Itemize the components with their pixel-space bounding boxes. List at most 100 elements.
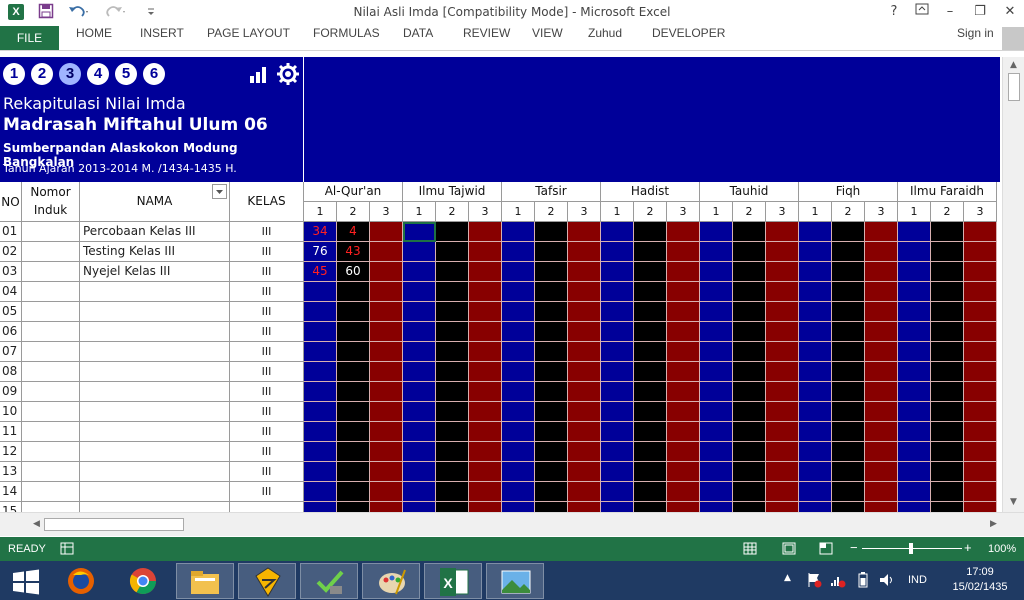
score-cell[interactable] bbox=[898, 422, 931, 442]
score-cell[interactable] bbox=[634, 242, 667, 262]
score-cell[interactable] bbox=[601, 402, 634, 422]
score-cell[interactable] bbox=[535, 382, 568, 402]
score-cell[interactable] bbox=[832, 462, 865, 482]
score-cell[interactable] bbox=[568, 422, 601, 442]
score-cell[interactable] bbox=[403, 242, 436, 262]
score-cell[interactable] bbox=[304, 482, 337, 502]
score-cell[interactable] bbox=[766, 362, 799, 382]
normal-view-icon[interactable] bbox=[743, 542, 757, 558]
score-cell[interactable] bbox=[766, 282, 799, 302]
checkmark-app-icon[interactable] bbox=[300, 563, 358, 599]
score-cell[interactable] bbox=[898, 382, 931, 402]
score-cell[interactable] bbox=[568, 462, 601, 482]
score-cell[interactable] bbox=[667, 262, 700, 282]
score-cell[interactable] bbox=[403, 262, 436, 282]
score-cell[interactable]: 60 bbox=[337, 262, 370, 282]
score-cell[interactable] bbox=[634, 462, 667, 482]
score-cell[interactable] bbox=[370, 302, 403, 322]
vertical-scrollbar[interactable]: ▲ ▼ bbox=[1002, 57, 1024, 512]
score-cell[interactable] bbox=[469, 382, 502, 402]
score-cell[interactable] bbox=[799, 402, 832, 422]
battery-icon[interactable] bbox=[858, 572, 868, 591]
score-cell[interactable] bbox=[601, 482, 634, 502]
score-cell[interactable] bbox=[898, 442, 931, 462]
tab-page-layout[interactable]: PAGE LAYOUT bbox=[207, 26, 290, 50]
score-cell[interactable] bbox=[832, 402, 865, 422]
nomor-induk-cell[interactable] bbox=[22, 322, 80, 342]
score-cell[interactable] bbox=[370, 242, 403, 262]
score-cell[interactable] bbox=[898, 322, 931, 342]
score-cell[interactable] bbox=[337, 402, 370, 422]
score-cell[interactable] bbox=[568, 322, 601, 342]
score-cell[interactable] bbox=[634, 482, 667, 502]
score-cell[interactable] bbox=[799, 262, 832, 282]
score-cell[interactable] bbox=[436, 442, 469, 462]
score-cell[interactable] bbox=[568, 382, 601, 402]
score-cell[interactable] bbox=[535, 342, 568, 362]
score-cell[interactable] bbox=[304, 442, 337, 462]
score-cell[interactable] bbox=[931, 282, 964, 302]
nomor-induk-cell[interactable] bbox=[22, 402, 80, 422]
score-cell[interactable] bbox=[667, 442, 700, 462]
score-cell[interactable] bbox=[898, 242, 931, 262]
network-icon[interactable] bbox=[830, 572, 846, 591]
score-cell[interactable] bbox=[601, 442, 634, 462]
scroll-up-icon[interactable]: ▲ bbox=[1010, 60, 1017, 70]
score-cell[interactable] bbox=[469, 342, 502, 362]
kelas-cell[interactable]: III bbox=[230, 282, 304, 302]
score-cell[interactable] bbox=[370, 402, 403, 422]
help-button[interactable]: ? bbox=[880, 2, 908, 22]
score-cell[interactable] bbox=[700, 262, 733, 282]
score-cell[interactable] bbox=[337, 322, 370, 342]
score-cell[interactable] bbox=[502, 482, 535, 502]
kelas-cell[interactable]: III bbox=[230, 482, 304, 502]
score-cell[interactable] bbox=[700, 382, 733, 402]
score-cell[interactable] bbox=[733, 282, 766, 302]
score-cell[interactable] bbox=[733, 302, 766, 322]
score-cell[interactable] bbox=[964, 382, 997, 402]
score-cell[interactable] bbox=[733, 382, 766, 402]
score-cell[interactable] bbox=[865, 402, 898, 422]
score-cell[interactable] bbox=[403, 282, 436, 302]
score-cell[interactable] bbox=[370, 342, 403, 362]
score-cell[interactable]: 34 bbox=[304, 222, 337, 242]
score-cell[interactable] bbox=[535, 422, 568, 442]
score-cell[interactable] bbox=[766, 322, 799, 342]
score-cell[interactable] bbox=[370, 282, 403, 302]
score-cell[interactable] bbox=[535, 402, 568, 422]
nomor-induk-cell[interactable] bbox=[22, 262, 80, 282]
score-cell[interactable] bbox=[403, 422, 436, 442]
score-cell[interactable] bbox=[865, 302, 898, 322]
show-hidden-icons[interactable]: ▲ bbox=[784, 573, 791, 583]
restore-button[interactable]: ❐ bbox=[966, 2, 994, 22]
score-cell[interactable]: 45 bbox=[304, 262, 337, 282]
score-cell[interactable] bbox=[568, 442, 601, 462]
score-cell[interactable] bbox=[337, 442, 370, 462]
score-cell[interactable] bbox=[502, 402, 535, 422]
score-cell[interactable] bbox=[832, 222, 865, 242]
score-cell[interactable] bbox=[898, 262, 931, 282]
student-name-cell[interactable]: Nyejel Kelas III bbox=[80, 262, 230, 282]
score-cell[interactable] bbox=[931, 482, 964, 502]
score-cell[interactable] bbox=[304, 322, 337, 342]
score-cell[interactable] bbox=[964, 442, 997, 462]
score-cell[interactable] bbox=[370, 482, 403, 502]
zoom-slider-thumb[interactable] bbox=[909, 543, 913, 554]
score-cell[interactable] bbox=[667, 282, 700, 302]
score-cell[interactable] bbox=[304, 462, 337, 482]
filter-dropdown-icon[interactable] bbox=[212, 184, 227, 199]
score-cell[interactable] bbox=[436, 382, 469, 402]
score-cell[interactable] bbox=[733, 362, 766, 382]
score-cell[interactable] bbox=[733, 242, 766, 262]
score-cell[interactable] bbox=[535, 302, 568, 322]
score-cell[interactable] bbox=[931, 262, 964, 282]
kelas-cell[interactable]: III bbox=[230, 242, 304, 262]
score-cell[interactable] bbox=[535, 502, 568, 512]
score-cell[interactable] bbox=[964, 362, 997, 382]
score-cell[interactable] bbox=[964, 402, 997, 422]
score-cell[interactable] bbox=[436, 222, 469, 242]
score-cell[interactable] bbox=[667, 362, 700, 382]
score-cell[interactable] bbox=[964, 342, 997, 362]
tab-zuhud[interactable]: Zuhud bbox=[588, 26, 622, 50]
score-cell[interactable] bbox=[766, 262, 799, 282]
